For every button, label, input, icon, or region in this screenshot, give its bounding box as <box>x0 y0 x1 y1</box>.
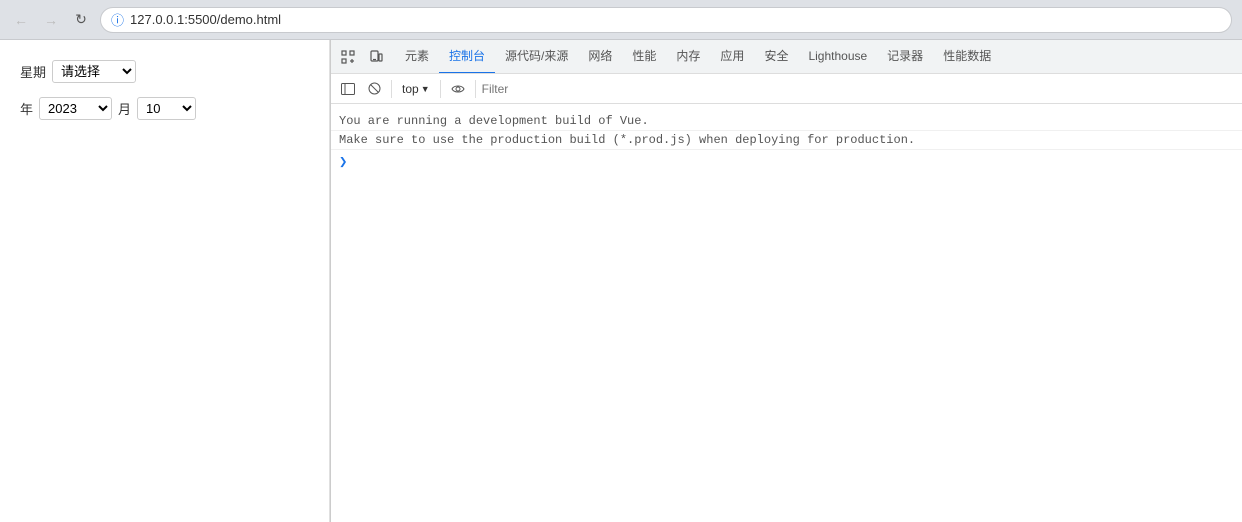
reload-button[interactable]: ↻ <box>70 9 92 31</box>
sidebar-toggle-btn[interactable] <box>337 78 359 100</box>
toolbar-divider <box>391 80 392 98</box>
year-select[interactable]: 2020 2021 2022 2023 2024 <box>39 97 112 120</box>
console-line1: You are running a development build of V… <box>339 114 649 128</box>
week-select[interactable]: 请选择 周一 周二 周三 周四 周五 周六 周日 <box>52 60 136 83</box>
tab-security[interactable]: 安全 <box>754 40 798 74</box>
tab-sources[interactable]: 源代码/来源 <box>495 40 578 74</box>
back-button[interactable]: ← <box>10 9 32 31</box>
console-message-line: You are running a development build of V… <box>331 112 1242 131</box>
tab-network[interactable]: 网络 <box>578 40 622 74</box>
tab-application[interactable]: 应用 <box>710 40 754 74</box>
tab-recorder[interactable]: 记录器 <box>877 40 933 74</box>
context-dropdown[interactable]: top ▼ <box>398 80 434 98</box>
tab-perf-insights[interactable]: 性能数据 <box>933 40 1001 74</box>
inspect-icon-btn[interactable] <box>335 44 361 70</box>
console-prompt: ❯ <box>331 150 1242 175</box>
browser-chrome: ← → ↻ ⓘ 127.0.0.1:5500/demo.html <box>0 0 1242 40</box>
tab-memory[interactable]: 内存 <box>666 40 710 74</box>
tab-elements[interactable]: 元素 <box>395 40 439 74</box>
address-bar[interactable]: ⓘ 127.0.0.1:5500/demo.html <box>100 7 1232 33</box>
console-line2: Make sure to use the production build (*… <box>339 133 915 147</box>
console-message-line-2: Make sure to use the production build (*… <box>331 131 1242 150</box>
month-label: 月 <box>118 99 131 118</box>
date-row: 年 2020 2021 2022 2023 2024 月 1234 5678 9… <box>20 97 309 120</box>
devtools-panel: 元素 控制台 源代码/来源 网络 性能 内存 应用 安全 <box>330 40 1242 522</box>
prompt-chevron-icon: ❯ <box>339 154 347 171</box>
filter-input[interactable] <box>482 82 1236 96</box>
toolbar-divider-3 <box>475 80 476 98</box>
tab-console[interactable]: 控制台 <box>439 40 495 74</box>
context-label: top <box>402 82 419 96</box>
console-toolbar: top ▼ <box>331 74 1242 104</box>
tab-lighthouse[interactable]: Lighthouse <box>798 40 877 74</box>
left-panel: 星期 请选择 周一 周二 周三 周四 周五 周六 周日 年 2020 2021 … <box>0 40 330 522</box>
year-label: 年 <box>20 99 33 118</box>
console-output: You are running a development build of V… <box>331 104 1242 522</box>
tab-performance[interactable]: 性能 <box>622 40 666 74</box>
month-select[interactable]: 1234 5678 9101112 <box>137 97 196 120</box>
eye-icon-btn[interactable] <box>447 78 469 100</box>
forward-button[interactable]: → <box>40 9 62 31</box>
info-icon: ⓘ <box>111 10 124 29</box>
week-row: 星期 请选择 周一 周二 周三 周四 周五 周六 周日 <box>20 60 309 83</box>
dropdown-arrow-icon: ▼ <box>421 84 430 94</box>
clear-console-btn[interactable] <box>363 78 385 100</box>
devtools-tabs: 元素 控制台 源代码/来源 网络 性能 内存 应用 安全 <box>331 40 1242 74</box>
toolbar-divider-2 <box>440 80 441 98</box>
week-label: 星期 <box>20 62 46 81</box>
device-icon-btn[interactable] <box>363 44 389 70</box>
url-text: 127.0.0.1:5500/demo.html <box>130 12 281 27</box>
devtools-icon-group <box>335 44 389 70</box>
page-content: 星期 请选择 周一 周二 周三 周四 周五 周六 周日 年 2020 2021 … <box>0 40 1242 522</box>
